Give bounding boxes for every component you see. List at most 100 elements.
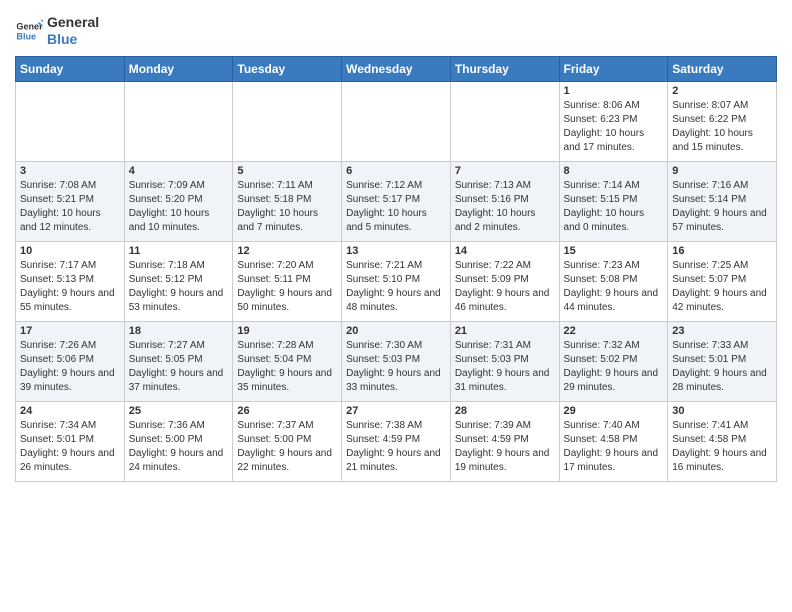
day-info: Sunrise: 7:39 AM Sunset: 4:59 PM Dayligh… — [455, 419, 555, 475]
day-number: 9 — [672, 165, 772, 177]
day-info: Sunrise: 7:18 AM Sunset: 5:12 PM Dayligh… — [129, 259, 229, 315]
day-info: Sunrise: 7:21 AM Sunset: 5:10 PM Dayligh… — [346, 259, 446, 315]
day-info: Sunrise: 7:09 AM Sunset: 5:20 PM Dayligh… — [129, 179, 229, 235]
day-number: 4 — [129, 165, 229, 177]
calendar-cell: 25 Sunrise: 7:36 AM Sunset: 5:00 PM Dayli… — [124, 401, 233, 481]
calendar-cell: 18 Sunrise: 7:27 AM Sunset: 5:05 PM Dayli… — [124, 321, 233, 401]
calendar-table: SundayMondayTuesdayWednesdayThursdayFrid… — [15, 56, 777, 482]
calendar-cell: 17 Sunrise: 7:26 AM Sunset: 5:06 PM Dayli… — [16, 321, 125, 401]
day-info: Sunrise: 7:26 AM Sunset: 5:06 PM Dayligh… — [20, 339, 120, 395]
day-number: 13 — [346, 245, 446, 257]
calendar-cell: 24 Sunrise: 7:34 AM Sunset: 5:01 PM Dayli… — [16, 401, 125, 481]
day-number: 1 — [564, 85, 664, 97]
day-info: Sunrise: 7:41 AM Sunset: 4:58 PM Dayligh… — [672, 419, 772, 475]
day-number: 23 — [672, 325, 772, 337]
day-number: 18 — [129, 325, 229, 337]
day-info: Sunrise: 7:22 AM Sunset: 5:09 PM Dayligh… — [455, 259, 555, 315]
calendar-cell: 10 Sunrise: 7:17 AM Sunset: 5:13 PM Dayli… — [16, 241, 125, 321]
calendar-cell — [233, 81, 342, 161]
day-info: Sunrise: 7:28 AM Sunset: 5:04 PM Dayligh… — [237, 339, 337, 395]
week-row-5: 24 Sunrise: 7:34 AM Sunset: 5:01 PM Dayli… — [16, 401, 777, 481]
calendar-cell: 6 Sunrise: 7:12 AM Sunset: 5:17 PM Daylig… — [342, 161, 451, 241]
header-row: SundayMondayTuesdayWednesdayThursdayFrid… — [16, 56, 777, 81]
day-info: Sunrise: 7:14 AM Sunset: 5:15 PM Dayligh… — [564, 179, 664, 235]
svg-text:Blue: Blue — [16, 31, 36, 41]
day-info: Sunrise: 7:37 AM Sunset: 5:00 PM Dayligh… — [237, 419, 337, 475]
logo-icon: General Blue — [15, 17, 43, 45]
calendar-cell: 5Sunrise: 7:11 AM Sunset: 5:18 PM Daylig… — [233, 161, 342, 241]
day-number: 26 — [237, 405, 337, 417]
day-header-friday: Friday — [559, 56, 668, 81]
calendar-cell: 4 Sunrise: 7:09 AM Sunset: 5:20 PM Daylig… — [124, 161, 233, 241]
calendar-cell: 30 Sunrise: 7:41 AM Sunset: 4:58 PM Dayli… — [668, 401, 777, 481]
day-number: 12 — [237, 245, 337, 257]
day-number: 24 — [20, 405, 120, 417]
calendar-cell — [16, 81, 125, 161]
calendar-cell: 8 Sunrise: 7:14 AM Sunset: 5:15 PM Daylig… — [559, 161, 668, 241]
day-info: Sunrise: 7:12 AM Sunset: 5:17 PM Dayligh… — [346, 179, 446, 235]
day-info: Sunrise: 7:25 AM Sunset: 5:07 PM Dayligh… — [672, 259, 772, 315]
day-number: 28 — [455, 405, 555, 417]
day-number: 6 — [346, 165, 446, 177]
day-header-sunday: Sunday — [16, 56, 125, 81]
calendar-cell: 11 Sunrise: 7:18 AM Sunset: 5:12 PM Dayli… — [124, 241, 233, 321]
day-number: 29 — [564, 405, 664, 417]
day-header-monday: Monday — [124, 56, 233, 81]
day-info: Sunrise: 7:30 AM Sunset: 5:03 PM Dayligh… — [346, 339, 446, 395]
day-info: Sunrise: 7:16 AM Sunset: 5:14 PM Dayligh… — [672, 179, 772, 235]
day-info: Sunrise: 7:36 AM Sunset: 5:00 PM Dayligh… — [129, 419, 229, 475]
calendar-cell: 13 Sunrise: 7:21 AM Sunset: 5:10 PM Dayli… — [342, 241, 451, 321]
page-header: General Blue General Blue — [15, 10, 777, 48]
day-info: Sunrise: 7:23 AM Sunset: 5:08 PM Dayligh… — [564, 259, 664, 315]
calendar-cell: 14 Sunrise: 7:22 AM Sunset: 5:09 PM Dayli… — [450, 241, 559, 321]
day-number: 27 — [346, 405, 446, 417]
day-number: 3 — [20, 165, 120, 177]
calendar-cell: 23 Sunrise: 7:33 AM Sunset: 5:01 PM Dayli… — [668, 321, 777, 401]
day-info: Sunrise: 7:17 AM Sunset: 5:13 PM Dayligh… — [20, 259, 120, 315]
calendar-cell — [342, 81, 451, 161]
day-number: 10 — [20, 245, 120, 257]
calendar-cell: 16 Sunrise: 7:25 AM Sunset: 5:07 PM Dayli… — [668, 241, 777, 321]
calendar-cell: 22 Sunrise: 7:32 AM Sunset: 5:02 PM Dayli… — [559, 321, 668, 401]
day-number: 2 — [672, 85, 772, 97]
day-header-thursday: Thursday — [450, 56, 559, 81]
day-number: 30 — [672, 405, 772, 417]
day-number: 11 — [129, 245, 229, 257]
calendar-cell: 12Sunrise: 7:20 AM Sunset: 5:11 PM Dayli… — [233, 241, 342, 321]
calendar-cell: 26 Sunrise: 7:37 AM Sunset: 5:00 PM Dayli… — [233, 401, 342, 481]
calendar-cell: 29 Sunrise: 7:40 AM Sunset: 4:58 PM Dayli… — [559, 401, 668, 481]
day-number: 15 — [564, 245, 664, 257]
day-number: 25 — [129, 405, 229, 417]
day-number: 21 — [455, 325, 555, 337]
day-number: 20 — [346, 325, 446, 337]
day-info: Sunrise: 7:33 AM Sunset: 5:01 PM Dayligh… — [672, 339, 772, 395]
day-info: Sunrise: 7:38 AM Sunset: 4:59 PM Dayligh… — [346, 419, 446, 475]
logo-blue: Blue — [47, 31, 99, 48]
day-number: 22 — [564, 325, 664, 337]
day-info: Sunrise: 7:40 AM Sunset: 4:58 PM Dayligh… — [564, 419, 664, 475]
day-info: Sunrise: 7:11 AM Sunset: 5:18 PM Dayligh… — [237, 179, 337, 235]
logo: General Blue General Blue — [15, 14, 99, 48]
day-number: 16 — [672, 245, 772, 257]
calendar-cell: 7 Sunrise: 7:13 AM Sunset: 5:16 PM Daylig… — [450, 161, 559, 241]
day-number: 8 — [564, 165, 664, 177]
day-number: 7 — [455, 165, 555, 177]
calendar-cell: 27 Sunrise: 7:38 AM Sunset: 4:59 PM Dayli… — [342, 401, 451, 481]
day-info: Sunrise: 7:31 AM Sunset: 5:03 PM Dayligh… — [455, 339, 555, 395]
day-number: 14 — [455, 245, 555, 257]
week-row-1: 1 Sunrise: 8:06 AM Sunset: 6:23 PM Daylig… — [16, 81, 777, 161]
day-info: Sunrise: 8:06 AM Sunset: 6:23 PM Dayligh… — [564, 99, 664, 155]
day-header-wednesday: Wednesday — [342, 56, 451, 81]
day-info: Sunrise: 7:27 AM Sunset: 5:05 PM Dayligh… — [129, 339, 229, 395]
day-info: Sunrise: 7:32 AM Sunset: 5:02 PM Dayligh… — [564, 339, 664, 395]
day-info: Sunrise: 7:34 AM Sunset: 5:01 PM Dayligh… — [20, 419, 120, 475]
logo-general: General — [47, 14, 99, 31]
day-info: Sunrise: 8:07 AM Sunset: 6:22 PM Dayligh… — [672, 99, 772, 155]
calendar-cell: 19Sunrise: 7:28 AM Sunset: 5:04 PM Dayli… — [233, 321, 342, 401]
day-number: 17 — [20, 325, 120, 337]
calendar-cell: 3Sunrise: 7:08 AM Sunset: 5:21 PM Daylig… — [16, 161, 125, 241]
day-info: Sunrise: 7:13 AM Sunset: 5:16 PM Dayligh… — [455, 179, 555, 235]
calendar-cell — [450, 81, 559, 161]
calendar-cell — [124, 81, 233, 161]
week-row-3: 10 Sunrise: 7:17 AM Sunset: 5:13 PM Dayli… — [16, 241, 777, 321]
